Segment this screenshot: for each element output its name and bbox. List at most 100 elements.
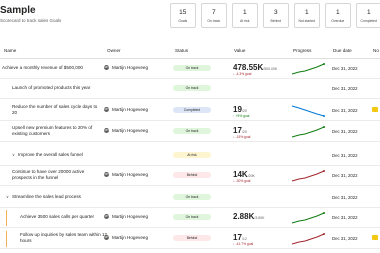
goal-value[interactable]: 2.88K/3.50K <box>233 212 264 221</box>
progress-sparkline[interactable] <box>291 62 325 76</box>
due-date[interactable]: Dec 31, 2022 <box>332 195 358 200</box>
goal-owner[interactable]: MH Martijn Hogeveeg <box>104 65 148 70</box>
sparkline-end-point <box>323 126 325 128</box>
progress-sparkline[interactable] <box>291 169 325 183</box>
column-due-date[interactable]: Due date <box>333 48 352 53</box>
status-badge[interactable]: On track <box>173 85 211 91</box>
status-badge[interactable]: Behind <box>173 172 211 178</box>
table-row[interactable]: Launch of promoted products this year On … <box>0 79 380 99</box>
goal-name[interactable]: Achieve a monthly revenue of $500,000 <box>2 65 90 71</box>
note-icon[interactable] <box>372 107 378 112</box>
column-notes[interactable]: No <box>373 48 379 53</box>
goal-value[interactable]: 19/20 ↑ +5% goal <box>233 105 249 118</box>
owner-name: Martijn Hogeveeg <box>112 214 149 219</box>
stat-label: Behind <box>270 19 282 23</box>
goal-owner[interactable]: MH Martijn Hogeveeg <box>104 107 148 112</box>
status-badge[interactable]: On track <box>173 65 211 71</box>
due-date[interactable]: Dec 31, 2022 <box>332 129 358 134</box>
sparkline-path <box>291 105 325 117</box>
stat-card-goals[interactable]: 15 Goals <box>170 3 196 28</box>
due-date[interactable]: Dec 31, 2022 <box>332 236 358 241</box>
subgoal-indicator <box>6 210 8 226</box>
stat-value: 1 <box>366 9 371 16</box>
due-date[interactable]: Dec 31, 2022 <box>332 86 358 91</box>
goal-name[interactable]: Upsell new premium features to 20% of ex… <box>12 125 100 136</box>
target-value: /500.00K <box>263 67 278 71</box>
stat-card-not-started[interactable]: 1 Not started <box>294 3 320 28</box>
progress-sparkline[interactable] <box>291 125 325 139</box>
due-date[interactable]: Dec 31, 2022 <box>332 108 358 113</box>
stat-value: 7 <box>211 9 216 16</box>
due-date[interactable]: Dec 31, 2022 <box>332 215 358 220</box>
page-title: Sample <box>0 5 36 16</box>
table-row[interactable]: Upsell new premium features to 20% of ex… <box>0 122 380 142</box>
progress-sparkline[interactable] <box>291 211 325 225</box>
column-status[interactable]: Status <box>175 48 188 53</box>
current-value: 478.55K <box>233 63 264 72</box>
due-date[interactable]: Dec 31, 2022 <box>332 173 358 178</box>
owner-name: Martijn Hogeveeg <box>112 107 149 112</box>
table-row[interactable]: Achieve a monthly revenue of $500,000 MH M… <box>0 59 380 79</box>
sparkline-end-point <box>323 115 325 117</box>
status-badge[interactable]: On track <box>173 128 211 134</box>
table-row[interactable]: Achieve 3500 sales calls per quarter MH Ma… <box>0 208 380 228</box>
column-name[interactable]: Name <box>4 48 16 53</box>
avatar: MH <box>104 107 109 112</box>
goal-value[interactable]: 17/20 ↓ -15% goal <box>233 126 250 139</box>
goal-owner[interactable]: MH Martijn Hogeveeg <box>104 214 148 219</box>
stat-card-at-risk[interactable]: 1 At risk <box>232 3 258 28</box>
goal-delta: ↑ +5% goal <box>233 114 250 118</box>
stat-card-overdue[interactable]: 1 Overdue <box>325 3 351 28</box>
status-badge[interactable]: On track <box>173 214 211 220</box>
sparkline-path <box>291 212 325 224</box>
column-value[interactable]: Value <box>234 48 245 53</box>
stat-label: On track <box>207 19 221 23</box>
stat-value: 1 <box>335 9 340 16</box>
status-badge[interactable]: On track <box>173 194 211 200</box>
sparkline-path <box>291 170 325 182</box>
goal-name[interactable]: Improve the overall sales funnel <box>12 152 106 158</box>
progress-sparkline[interactable] <box>291 104 325 118</box>
avatar: MH <box>104 65 109 70</box>
stat-card-completed[interactable]: 1 Completed <box>356 3 380 28</box>
progress-sparkline[interactable] <box>291 232 325 246</box>
goal-owner[interactable]: MH Martijn Hogeveeg <box>104 235 148 240</box>
goal-owner[interactable]: MH Martijn Hogeveeg <box>104 172 148 177</box>
avatar: MH <box>104 128 109 133</box>
goal-owner[interactable]: MH Martijn Hogeveeg <box>104 128 148 133</box>
status-badge[interactable]: At risk <box>173 152 211 158</box>
goal-value[interactable]: 478.55K/500.00K ↓ -4.3% goal <box>233 63 277 76</box>
avatar: MH <box>104 214 109 219</box>
note-icon[interactable] <box>372 235 378 240</box>
goal-name[interactable]: Continue to have over 20000 active prosp… <box>12 169 100 180</box>
due-date[interactable]: Dec 31, 2022 <box>332 153 358 158</box>
target-value: /12 <box>241 237 247 241</box>
goal-name[interactable]: Achieve 3500 sales calls per quarter <box>20 214 108 220</box>
goal-name[interactable]: Reduce the number of sales cycle days to… <box>12 104 100 115</box>
table-row[interactable]: Streamline the sales lead process On trac… <box>0 188 380 208</box>
column-owner[interactable]: Owner <box>107 48 121 53</box>
table-row[interactable]: Improve the overall sales funnel At risk D… <box>0 146 380 166</box>
target-value: /3.50K <box>254 216 265 220</box>
stat-card-behind[interactable]: 3 Behind <box>263 3 289 28</box>
target-value: /20K <box>247 174 255 178</box>
table-row[interactable]: Reduce the number of sales cycle days to… <box>0 101 380 121</box>
goal-name[interactable]: Follow up inquiries by sales team within… <box>20 232 108 243</box>
table-row[interactable]: Continue to have over 20000 active prosp… <box>0 166 380 186</box>
table-row[interactable]: Follow up inquiries by sales team within… <box>0 229 380 249</box>
goal-value[interactable]: 14K/20K ↓ -30% goal <box>233 170 255 183</box>
due-date[interactable]: Dec 31, 2022 <box>332 66 358 71</box>
sparkline-path <box>291 233 325 245</box>
stat-label: Goals <box>178 19 188 23</box>
goal-delta: ↓ -15% goal <box>233 135 251 139</box>
column-progress[interactable]: Progress <box>293 48 311 53</box>
status-badge[interactable]: Behind <box>173 235 211 241</box>
current-value: 19 <box>233 105 242 114</box>
status-badge[interactable]: Completed <box>173 107 211 113</box>
avatar: MH <box>104 235 109 240</box>
stat-card-on-track[interactable]: 7 On track <box>201 3 227 28</box>
stat-value: 1 <box>242 9 247 16</box>
goal-name[interactable]: Streamline the sales lead process <box>6 194 100 200</box>
goal-name[interactable]: Launch of promoted products this year <box>12 85 100 91</box>
goal-value[interactable]: 17/12 ↓ -41.7% goal <box>233 233 253 246</box>
